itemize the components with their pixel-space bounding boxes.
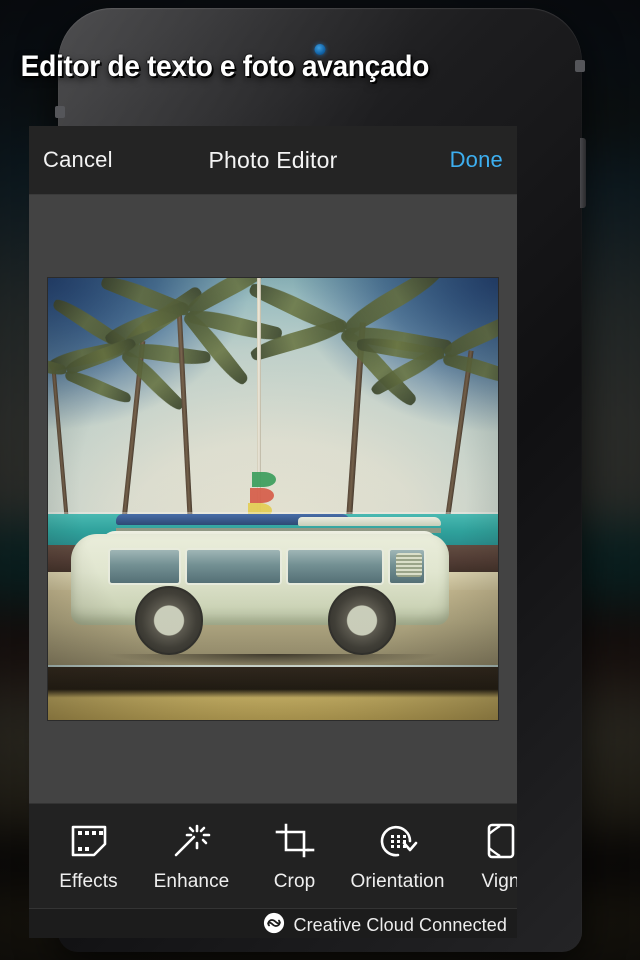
cancel-button[interactable]: Cancel (43, 147, 113, 173)
screenshot-root: Editor de texto e foto avançado Cancel P… (0, 0, 640, 960)
app-header-bar: Cancel Photo Editor Done (29, 126, 517, 195)
tool-label: Vign (481, 870, 517, 892)
creative-cloud-label: Creative Cloud Connected (293, 914, 507, 935)
edited-photo[interactable] (48, 278, 498, 720)
film-frame-icon (68, 820, 110, 862)
creative-cloud-status-bar: Creative Cloud Connected (29, 908, 517, 938)
power-button[interactable] (580, 138, 586, 208)
tool-enhance[interactable]: Enhance (140, 804, 243, 908)
van-surfboard-white (297, 517, 441, 527)
tool-vignette[interactable]: Vign (449, 804, 517, 908)
tool-crop[interactable]: Crop (243, 804, 346, 908)
van-windows (108, 547, 426, 585)
magic-wand-icon (171, 820, 213, 862)
tool-effects[interactable]: Effects (37, 804, 140, 908)
photo-sky-corners (48, 278, 498, 482)
done-button[interactable]: Done (450, 147, 503, 173)
rotate-icon (377, 820, 419, 862)
editor-toolbar: Effects Enhance Crop Orientation Vign (29, 803, 517, 908)
photo-camper-van (70, 512, 449, 655)
van-engine-vent (395, 553, 423, 577)
creative-cloud-icon (263, 912, 285, 939)
vignette-icon (480, 820, 518, 862)
photo-foreground (48, 666, 498, 720)
tool-label: Crop (273, 870, 316, 892)
left-bezel-nub (55, 106, 65, 118)
photo-canvas[interactable] (29, 195, 517, 803)
promo-headline: Editor de texto e foto avançado (20, 50, 430, 83)
van-rear-wheel (327, 586, 396, 655)
tool-label: Effects (59, 870, 118, 892)
van-front-wheel (134, 586, 203, 655)
tool-label: Enhance (153, 870, 230, 892)
tool-orientation[interactable]: Orientation (346, 804, 449, 908)
crop-icon (274, 820, 316, 862)
phone-screen: Cancel Photo Editor Done Effects Enhance… (29, 126, 517, 938)
tool-label: Orientation (350, 870, 445, 892)
